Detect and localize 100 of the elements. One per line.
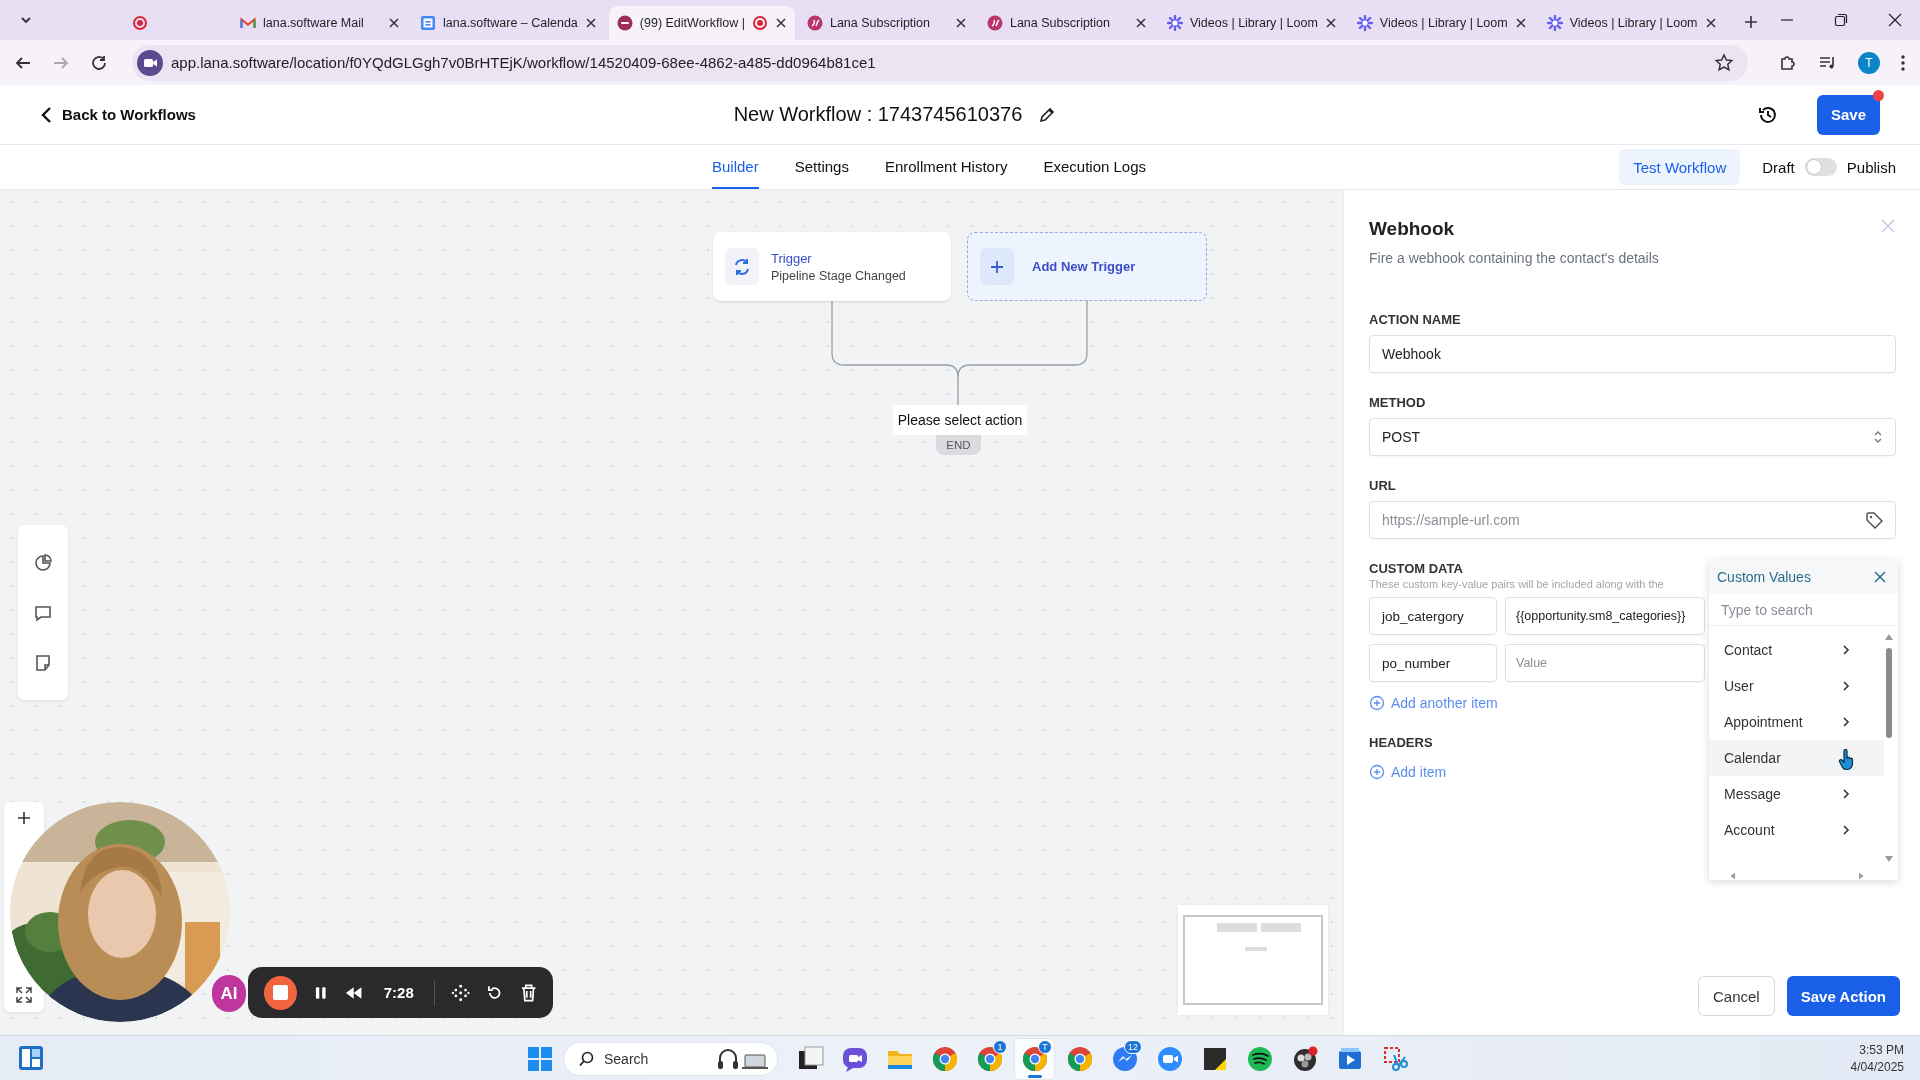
close-icon[interactable] <box>954 17 967 29</box>
star-icon[interactable] <box>1714 52 1734 73</box>
field-label: URL <box>1369 478 1396 493</box>
mail-icon <box>240 15 256 31</box>
windows-start-icon[interactable] <box>527 1045 553 1072</box>
end-node: END <box>936 435 981 455</box>
nav-tab[interactable]: Enrollment History <box>884 145 1008 189</box>
taskbar-search-field[interactable]: Search <box>563 1041 778 1076</box>
browser-icon <box>1020 1044 1049 1073</box>
close-icon[interactable] <box>584 17 597 29</box>
pie-chart-icon[interactable] <box>33 552 53 573</box>
calendar-icon <box>420 15 436 31</box>
rewind-icon[interactable] <box>344 984 364 1001</box>
circle-logo-icon <box>986 15 1003 31</box>
key-field[interactable]: po_number <box>1369 644 1497 682</box>
field-label: CUSTOM DATA <box>1369 561 1463 576</box>
browser-tab[interactable]: Lana Subscription <box>978 6 1155 40</box>
field-label: ACTION NAME <box>1369 312 1461 327</box>
menu-item[interactable]: Appointment <box>1709 704 1884 741</box>
trigger-card[interactable]: Trigger Pipeline Stage Changed <box>713 232 951 301</box>
notification-badge: T <box>1038 1039 1052 1054</box>
add-trigger-label: Add New Trigger <box>1032 259 1136 274</box>
restore-icon[interactable] <box>1834 13 1848 27</box>
add-trigger-card[interactable]: Add New Trigger <box>967 232 1207 301</box>
notification-badge: 1 <box>993 1039 1007 1054</box>
close-icon[interactable] <box>1324 17 1337 29</box>
field-label: METHOD <box>1369 395 1426 410</box>
menu-item[interactable]: Account <box>1709 812 1884 849</box>
browser-tab[interactable]: Videos | Library | Loom <box>1348 6 1535 40</box>
recording-time: 7:28 <box>383 984 414 1001</box>
chevron-right-icon <box>1842 716 1850 729</box>
menu-item[interactable]: Calendar <box>1709 740 1884 777</box>
notification-badge: 12 <box>1124 1039 1142 1054</box>
browser-tab[interactable]: (99) EditWorkflow | <box>608 6 795 40</box>
chevron-right-icon <box>1842 788 1850 801</box>
back-link[interactable]: Back to Workflows <box>40 105 196 124</box>
pencil-icon[interactable] <box>1038 105 1057 124</box>
profile-avatar[interactable]: T <box>1858 51 1880 74</box>
plus-circle-icon <box>1369 695 1385 711</box>
plus-icon[interactable] <box>16 810 32 826</box>
cancel-button[interactable]: Cancel <box>1698 976 1775 1016</box>
menu-item[interactable]: Contact <box>1709 632 1884 669</box>
close-icon[interactable] <box>1704 17 1717 29</box>
browser-tab[interactable]: lana.software – Calenda <box>412 6 605 40</box>
nav-tab[interactable]: Execution Logs <box>1043 145 1147 189</box>
browser-tab[interactable]: Videos | Library | Loom <box>1158 6 1345 40</box>
taskbar-button[interactable]: T <box>1015 1038 1054 1079</box>
close-icon[interactable] <box>1888 13 1902 27</box>
search-icon <box>578 1050 594 1067</box>
publish-toggle[interactable] <box>1804 158 1837 176</box>
close-icon[interactable] <box>1514 17 1527 29</box>
trigger-detail: Pipeline Stage Changed <box>771 268 906 283</box>
browser-tab[interactable]: lana.software Mail <box>232 6 408 40</box>
note-icon[interactable] <box>33 652 53 673</box>
action-placeholder-node[interactable]: Please select action <box>893 405 1027 435</box>
more-vertical-icon[interactable] <box>1900 53 1906 72</box>
refresh-icon <box>732 256 752 277</box>
publish-label: Publish <box>1846 158 1896 176</box>
test-workflow-button[interactable]: Test Workflow <box>1619 149 1741 185</box>
key-field[interactable]: job_catergory <box>1369 597 1497 635</box>
action-name-field[interactable]: Webhook <box>1369 335 1896 373</box>
new-tab-icon[interactable] <box>1742 14 1759 30</box>
browser-tab[interactable]: Lana Subscription <box>798 6 975 40</box>
widgets-icon[interactable] <box>18 1045 44 1071</box>
browser-icon <box>975 1044 1004 1073</box>
address-bar[interactable]: app.lana.software/location/f0YQdGLGgh7v0BrHTEjK/workflow/14520409-68ee-4862-a485-dd0964b81ce1 <box>132 44 1748 81</box>
reload-icon[interactable] <box>90 53 108 72</box>
menu-item[interactable]: Message <box>1709 776 1884 813</box>
save-action-button[interactable]: Save Action <box>1786 976 1900 1016</box>
chevron-right-icon <box>1842 644 1850 657</box>
browser-tab[interactable]: Videos | Library | Loom <box>1538 6 1725 40</box>
taskbar-button[interactable]: 12 <box>1105 1038 1144 1079</box>
close-icon[interactable] <box>388 17 400 29</box>
record-icon <box>751 15 768 31</box>
browser-icon <box>930 1044 959 1073</box>
method-select[interactable]: POST <box>1369 418 1896 456</box>
circle-logo-icon <box>616 15 633 31</box>
menu-item[interactable]: User <box>1709 668 1884 705</box>
dot-grid-icon[interactable] <box>450 982 471 1003</box>
chevron-right-icon <box>1842 824 1850 837</box>
expand-icon[interactable] <box>15 986 33 1004</box>
stop-button[interactable] <box>264 975 297 1010</box>
tag-icon[interactable] <box>1865 511 1883 529</box>
active-indicator <box>1028 1074 1042 1078</box>
chevron-right-icon <box>1842 680 1850 693</box>
trash-icon[interactable] <box>519 982 537 1003</box>
video-camera-icon <box>1155 1044 1184 1073</box>
chevron-left-icon <box>40 105 52 124</box>
taskbar-button[interactable]: 1 <box>970 1038 1009 1079</box>
ai-button[interactable]: AI <box>212 975 246 1012</box>
plus-circle-icon <box>1369 764 1385 780</box>
close-icon[interactable] <box>1134 17 1147 29</box>
headphones-laptop-drawing <box>717 1046 769 1071</box>
browser-icon <box>1065 1044 1094 1073</box>
value-field[interactable]: {{opportunity.sm8_categories}} <box>1505 597 1705 635</box>
nav-tab[interactable]: Settings <box>794 145 849 189</box>
record-icon <box>132 15 148 31</box>
close-icon[interactable] <box>774 17 787 29</box>
field-hint: These custom key-value pairs will be included along with the <box>1369 578 1664 590</box>
starburst-icon <box>1166 15 1183 31</box>
